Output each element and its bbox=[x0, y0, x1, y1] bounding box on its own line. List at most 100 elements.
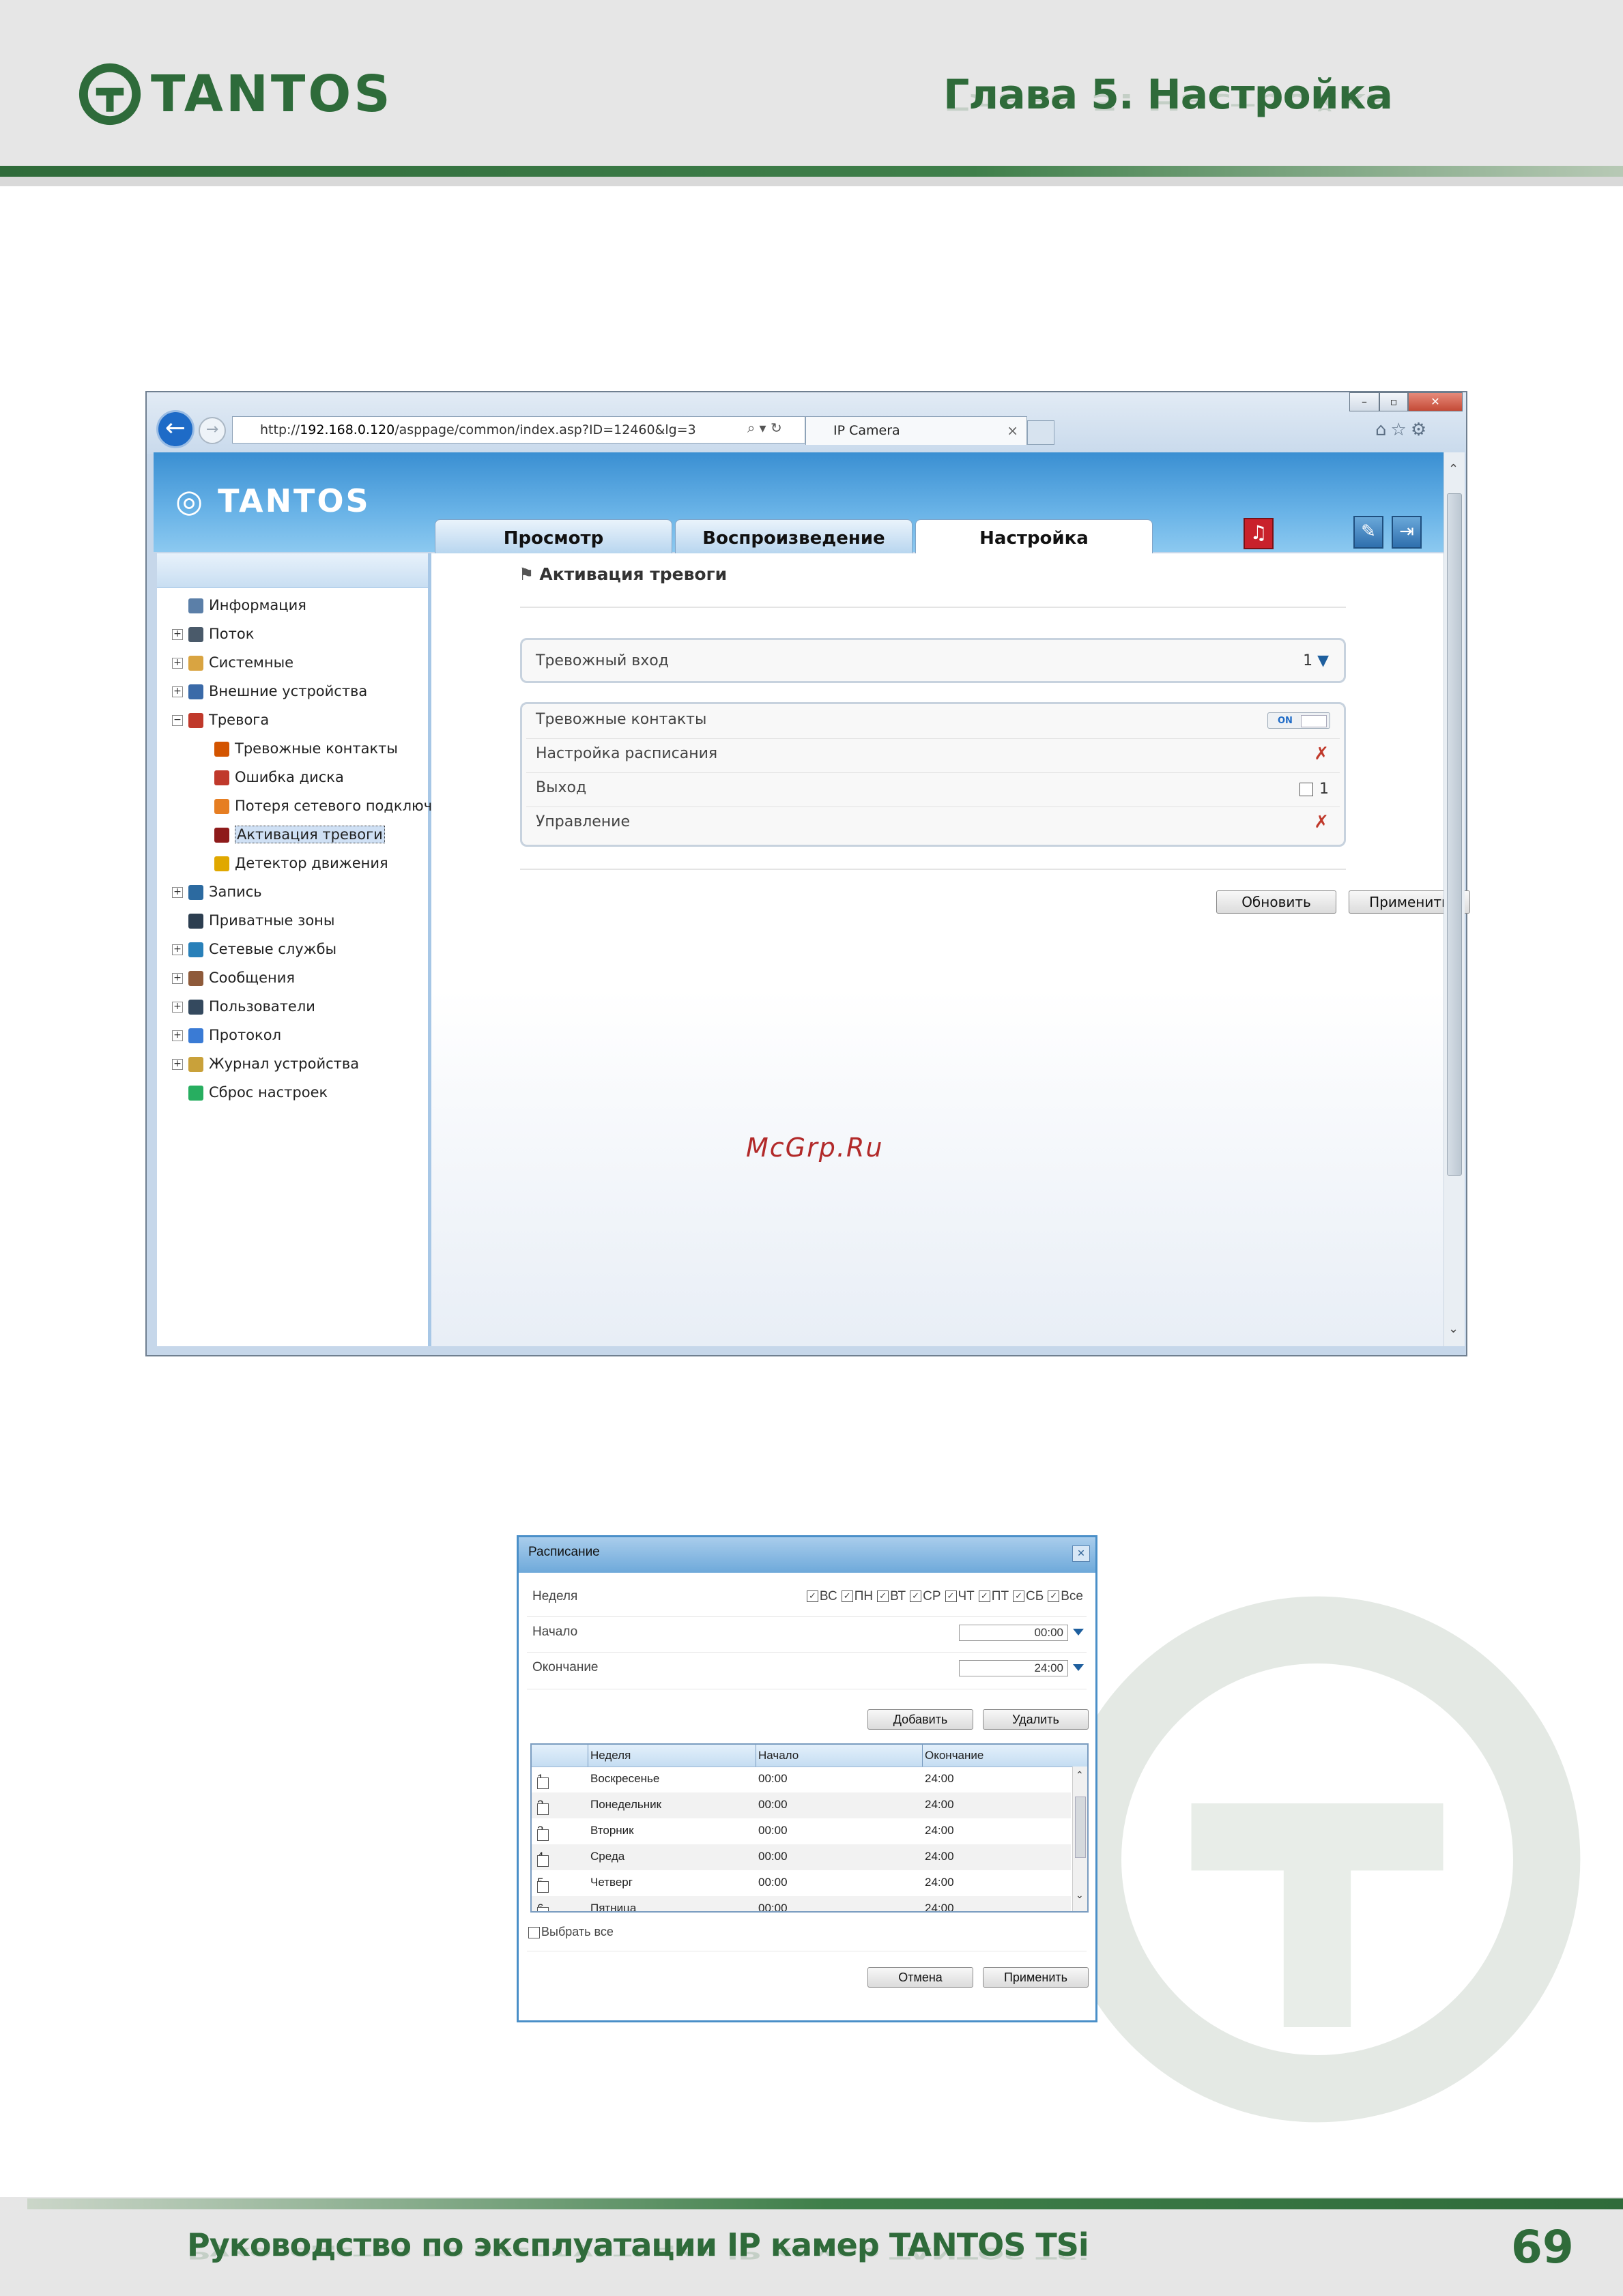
browser-tab[interactable]: IP Camera × bbox=[805, 416, 1027, 445]
sidebar-item[interactable]: + Внешние устройства bbox=[157, 677, 428, 706]
row-checkbox[interactable] bbox=[537, 1803, 549, 1815]
weekday-checkbox[interactable]: ✓ СБ bbox=[1013, 1589, 1044, 1603]
sidebar-item[interactable]: Информация bbox=[157, 591, 428, 620]
row-checkbox[interactable] bbox=[537, 1829, 549, 1841]
sidebar-item[interactable]: + Протокол bbox=[157, 1021, 428, 1049]
row-checkbox[interactable] bbox=[537, 1907, 549, 1911]
table-cell: Понедельник bbox=[590, 1798, 662, 1811]
row-checkbox[interactable] bbox=[537, 1855, 549, 1867]
weekday-checkbox[interactable]: ✓ ПТ bbox=[978, 1589, 1009, 1603]
select-all-checkbox[interactable]: Выбрать все bbox=[528, 1925, 614, 1939]
sidebar-item[interactable]: Сброс настроек bbox=[157, 1078, 428, 1107]
end-time-input[interactable]: 24:00 bbox=[959, 1660, 1068, 1676]
forward-button[interactable]: → bbox=[199, 417, 226, 444]
close-window-button[interactable]: ✕ bbox=[1408, 392, 1463, 411]
weekday-checkbox[interactable]: ✓ ВТ bbox=[877, 1589, 906, 1603]
home-favorites-settings-icons[interactable]: ⌂☆⚙ bbox=[1375, 420, 1431, 440]
schedule-dialog: Расписание ✕ Неделя ✓ ВС ✓ ПН ✓ ВТ ✓ СР ✓ ЧТ ✓ ПТ ✓ С… bbox=[517, 1535, 1097, 2022]
schedule-settings-tool-icon[interactable]: ✗ bbox=[1314, 744, 1329, 764]
table-cell: 2 bbox=[537, 1798, 549, 1815]
title-divider bbox=[520, 607, 1346, 608]
table-cell: 3 bbox=[537, 1824, 549, 1841]
expand-icon[interactable]: + bbox=[172, 1002, 183, 1013]
page-scrollbar[interactable]: ⌃ ⌄ bbox=[1444, 452, 1465, 1346]
add-button[interactable]: Добавить bbox=[867, 1709, 973, 1730]
table-cell: 24:00 bbox=[925, 1824, 954, 1837]
table-scrollbar[interactable]: ⌃ ⌄ bbox=[1072, 1767, 1087, 1911]
sidebar-item-label: Детектор движения bbox=[235, 855, 388, 871]
start-chevron-down-icon[interactable] bbox=[1073, 1629, 1084, 1636]
sidebar-item[interactable]: Ошибка диска bbox=[157, 763, 428, 791]
tab-close-icon[interactable]: × bbox=[1007, 417, 1018, 444]
alarm-contacts-toggle[interactable]: ON bbox=[1267, 712, 1330, 729]
weekday-checkbox[interactable]: ✓ ЧТ bbox=[945, 1589, 975, 1603]
alarm-bell-icon[interactable]: ♫ bbox=[1244, 518, 1274, 549]
sidebar-item[interactable]: − Тревога bbox=[157, 706, 428, 734]
sidebar-item[interactable]: + Поток bbox=[157, 620, 428, 648]
table-row[interactable]: 2 Понедельник 00:00 24:00 bbox=[532, 1792, 1071, 1818]
back-button[interactable]: ← bbox=[156, 410, 195, 448]
dialog-close-icon[interactable]: ✕ bbox=[1072, 1545, 1090, 1562]
end-chevron-down-icon[interactable] bbox=[1073, 1664, 1084, 1671]
expand-icon[interactable]: + bbox=[172, 887, 183, 898]
expand-icon[interactable]: + bbox=[172, 944, 183, 955]
weekday-checkbox[interactable]: ✓ ВС bbox=[806, 1589, 837, 1603]
sidebar-item[interactable]: + Сообщения bbox=[157, 963, 428, 992]
expand-icon[interactable]: + bbox=[172, 629, 183, 640]
cancel-button[interactable]: Отмена bbox=[867, 1967, 973, 1988]
edit-icon[interactable]: ✎ bbox=[1353, 516, 1383, 549]
delete-button[interactable]: Удалить bbox=[983, 1709, 1089, 1730]
logout-icon[interactable]: ⇥ bbox=[1392, 516, 1422, 549]
table-row[interactable]: 4 Среда 00:00 24:00 bbox=[532, 1844, 1071, 1870]
table-scroll-thumb[interactable] bbox=[1075, 1797, 1086, 1858]
table-cell: 00:00 bbox=[758, 1850, 788, 1863]
sidebar-item[interactable]: + Пользователи bbox=[157, 992, 428, 1021]
start-time-input[interactable]: 00:00 bbox=[959, 1625, 1068, 1641]
address-search-refresh-icons[interactable]: ⌕ ▾ ↻ bbox=[747, 420, 782, 436]
dialog-apply-button[interactable]: Применить bbox=[983, 1967, 1089, 1988]
expand-icon[interactable]: + bbox=[172, 1059, 183, 1070]
table-row[interactable]: 5 Четверг 00:00 24:00 bbox=[532, 1870, 1071, 1896]
row-checkbox[interactable] bbox=[537, 1881, 549, 1893]
motion-detector-icon bbox=[214, 856, 229, 871]
sidebar-item[interactable]: Тревожные контакты bbox=[157, 734, 428, 763]
new-tab-button[interactable] bbox=[1027, 420, 1054, 445]
sidebar-item[interactable]: + Журнал устройства bbox=[157, 1049, 428, 1078]
reset-icon bbox=[188, 1086, 203, 1101]
output-checkbox[interactable]: 1 bbox=[1299, 781, 1329, 798]
sidebar-item[interactable]: + Системные bbox=[157, 648, 428, 677]
control-tool-icon[interactable]: ✗ bbox=[1314, 812, 1329, 832]
sidebar-item[interactable]: + Запись bbox=[157, 877, 428, 906]
expand-icon[interactable]: + bbox=[172, 973, 183, 984]
table-row[interactable]: 1 Воскресенье 00:00 24:00 bbox=[532, 1767, 1071, 1792]
tab-view[interactable]: Просмотр bbox=[435, 519, 672, 553]
expand-icon[interactable]: + bbox=[172, 658, 183, 669]
address-path: /asppage/common/index.asp?ID=12460&lg=3 bbox=[394, 422, 696, 437]
sidebar-item[interactable]: Приватные зоны bbox=[157, 906, 428, 935]
tab-settings[interactable]: Настройка bbox=[915, 519, 1153, 553]
expand-icon[interactable]: + bbox=[172, 1030, 183, 1041]
tab-playback[interactable]: Воспроизведение bbox=[675, 519, 913, 553]
weekday-checkbox[interactable]: ✓ Все bbox=[1048, 1589, 1083, 1603]
table-row[interactable]: 6 Пятница 00:00 24:00 bbox=[532, 1896, 1071, 1911]
maximize-button[interactable]: ▫ bbox=[1379, 392, 1408, 411]
table-cell: Четверг bbox=[590, 1876, 633, 1889]
expand-icon[interactable]: + bbox=[172, 686, 183, 697]
alarm-input-select[interactable]: Тревожный вход 1 ▼ bbox=[520, 638, 1346, 683]
address-host: 192.168.0.120 bbox=[300, 422, 395, 437]
sidebar-item[interactable]: Активация тревоги bbox=[157, 820, 428, 849]
sidebar-item[interactable]: Детектор движения bbox=[157, 849, 428, 877]
table-row[interactable]: 3 Вторник 00:00 24:00 bbox=[532, 1818, 1071, 1844]
address-bar[interactable]: http://192.168.0.120/asppage/common/inde… bbox=[232, 416, 805, 444]
scrollbar-thumb[interactable] bbox=[1447, 493, 1462, 1176]
sidebar-item-label: Приватные зоны bbox=[209, 912, 335, 929]
refresh-button[interactable]: Обновить bbox=[1216, 890, 1336, 914]
sidebar-item[interactable]: + Сетевые службы bbox=[157, 935, 428, 963]
weekday-checkbox[interactable]: ✓ СР bbox=[910, 1589, 941, 1603]
minimize-button[interactable]: – bbox=[1349, 392, 1379, 411]
collapse-icon[interactable]: − bbox=[172, 715, 183, 726]
messages-icon bbox=[188, 971, 203, 986]
weekday-checkbox[interactable]: ✓ ПН bbox=[841, 1589, 873, 1603]
sidebar-item[interactable]: Потеря сетевого подключ... bbox=[157, 791, 446, 820]
row-checkbox[interactable] bbox=[537, 1777, 549, 1789]
